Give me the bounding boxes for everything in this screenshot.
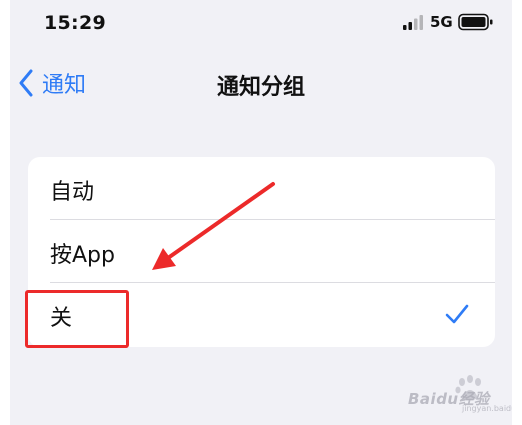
network-type: 5G [430, 13, 453, 31]
option-automatic[interactable]: 自动 [28, 157, 495, 220]
page-title: 通知分组 [216, 75, 305, 100]
cellular-signal-icon [403, 15, 423, 30]
option-label: 自动 [50, 180, 95, 205]
option-by-app[interactable]: 按App [28, 220, 495, 283]
status-bar: 15:29 5G [10, 0, 512, 50]
status-time: 15:29 [44, 12, 106, 34]
checkmark-icon [445, 304, 469, 324]
option-label: 按App [50, 243, 115, 268]
phone-screen: 15:29 5G 通知 通知分组 自动 按App 关 Baidu经验 jingy… [10, 0, 512, 425]
battery-icon [458, 13, 493, 31]
navigation-bar: 通知 通知分组 [10, 55, 512, 110]
watermark-url: jingyan.baidu.com [462, 404, 512, 413]
annotation-highlight-box [25, 290, 129, 348]
